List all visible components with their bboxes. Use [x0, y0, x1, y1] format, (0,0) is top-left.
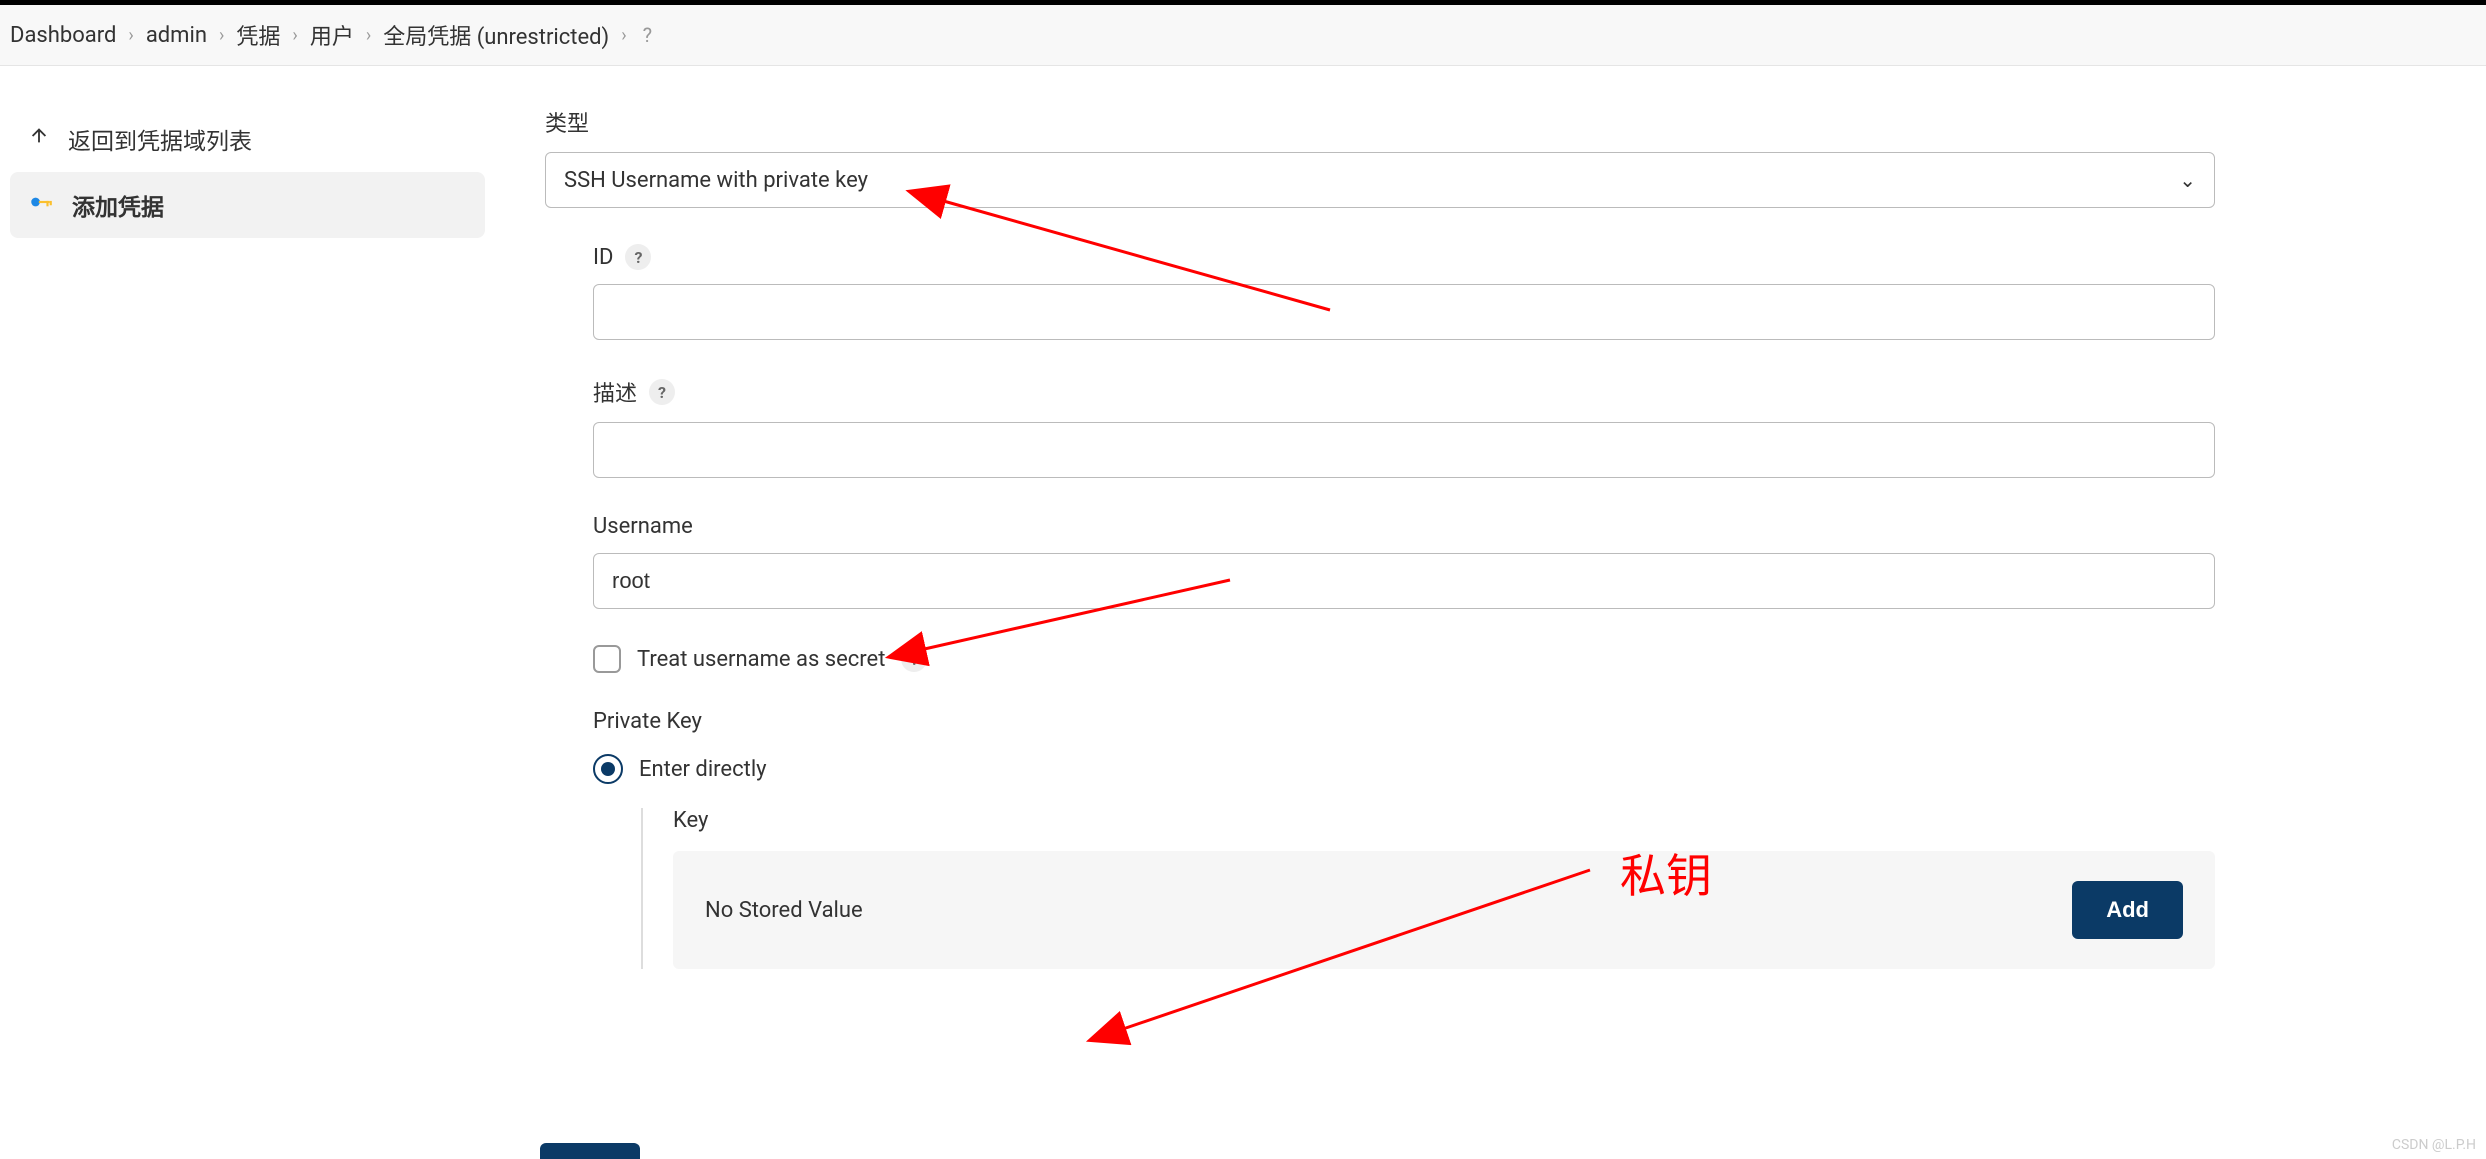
sidebar-item-label: 返回到凭据域列表	[68, 122, 252, 156]
watermark: CSDN @L.P.H	[2392, 1137, 2476, 1153]
no-stored-value-text: No Stored Value	[705, 898, 863, 923]
breadcrumb-item-user[interactable]: 用户	[310, 19, 354, 51]
help-icon[interactable]: ?	[901, 646, 927, 672]
type-select[interactable]: SSH Username with private key ⌄	[545, 152, 2215, 208]
arrow-up-icon	[28, 125, 50, 153]
sidebar-item-add-credential[interactable]: 添加凭据	[10, 172, 485, 238]
private-key-label: Private Key	[593, 709, 702, 734]
chevron-right-icon: ›	[366, 25, 371, 46]
type-select-value: SSH Username with private key	[564, 168, 868, 193]
sidebar-item-back[interactable]: 返回到凭据域列表	[10, 106, 485, 172]
breadcrumb-item-global[interactable]: 全局凭据 (unrestricted)	[383, 19, 609, 51]
help-icon[interactable]: ?	[649, 379, 675, 405]
treat-secret-label: Treat username as secret	[637, 647, 885, 672]
breadcrumb-item-dashboard[interactable]: Dashboard	[10, 23, 116, 48]
description-input[interactable]	[593, 422, 2215, 478]
key-icon	[28, 189, 54, 221]
chevron-right-icon: ›	[128, 25, 133, 46]
breadcrumb-item-credentials[interactable]: 凭据	[236, 19, 280, 51]
add-button[interactable]: Add	[2072, 881, 2183, 939]
help-icon[interactable]: ?	[625, 244, 651, 270]
chevron-down-icon: ⌄	[2179, 168, 2196, 192]
key-box: No Stored Value Add	[673, 851, 2215, 969]
chevron-right-icon: ›	[621, 25, 626, 46]
enter-directly-label: Enter directly	[639, 757, 767, 782]
bottom-stub	[540, 1143, 640, 1159]
sidebar: 返回到凭据域列表 添加凭据	[0, 66, 495, 969]
id-label: ID	[593, 245, 613, 270]
breadcrumb: Dashboard › admin › 凭据 › 用户 › 全局凭据 (unre…	[0, 5, 2486, 66]
key-label: Key	[673, 808, 2215, 833]
treat-secret-checkbox[interactable]	[593, 645, 621, 673]
enter-directly-radio[interactable]	[593, 754, 623, 784]
main-form: 类型 SSH Username with private key ⌄ ID ? …	[495, 66, 2255, 969]
help-icon[interactable]: ?	[643, 23, 652, 47]
chevron-right-icon: ›	[219, 25, 224, 46]
username-input[interactable]	[593, 553, 2215, 609]
sidebar-item-label: 添加凭据	[72, 188, 164, 222]
id-input[interactable]	[593, 284, 2215, 340]
breadcrumb-item-admin[interactable]: admin	[146, 23, 207, 48]
description-label: 描述	[593, 376, 637, 408]
type-label: 类型	[545, 106, 589, 138]
username-label: Username	[593, 514, 693, 539]
chevron-right-icon: ›	[292, 25, 297, 46]
